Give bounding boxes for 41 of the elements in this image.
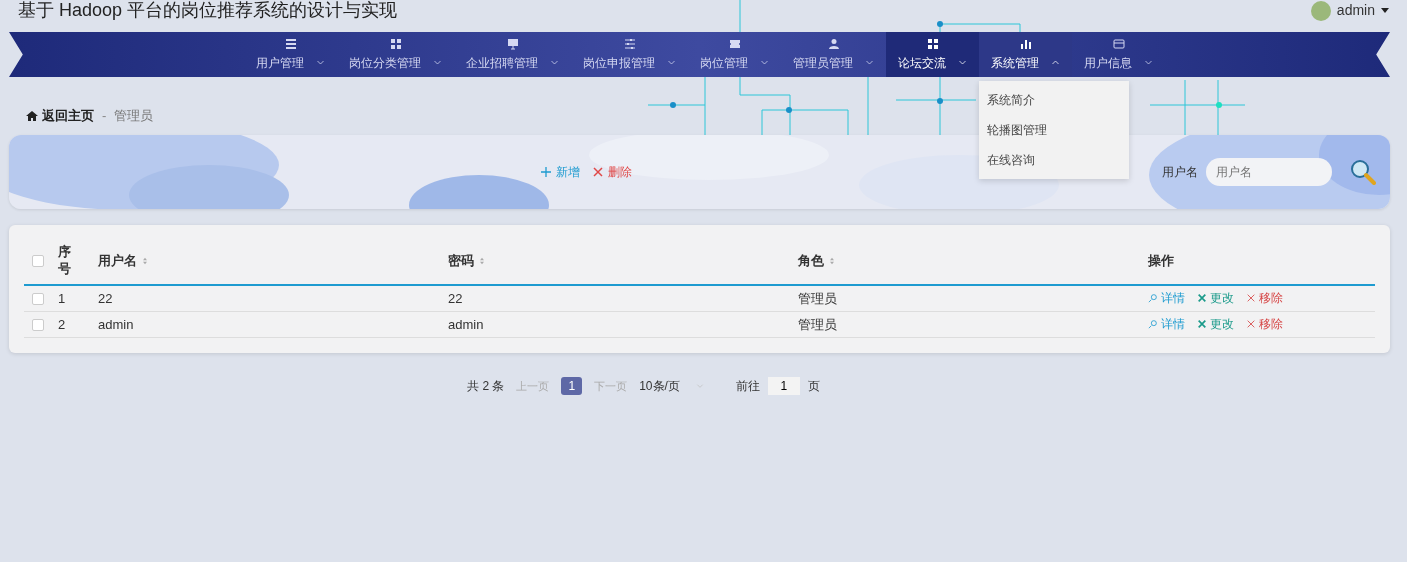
nav-tab[interactable]: 系统管理 (979, 32, 1072, 77)
search-label: 用户名 (1162, 164, 1198, 181)
column-header: 操作 (1148, 251, 1174, 270)
user-name[interactable]: admin (1336, 0, 1375, 21)
table-cell: 2 (58, 316, 66, 332)
nav-tab[interactable]: 管理员管理 (781, 32, 886, 77)
nav-tab[interactable]: 用户管理 (244, 32, 337, 77)
page-button[interactable]: 1 (561, 377, 583, 395)
menu-item[interactable]: 系统简介 (979, 85, 1129, 115)
table-cell: admin (98, 316, 134, 332)
column-header: 用户名 (98, 251, 137, 270)
menu-item[interactable]: 轮播图管理 (979, 115, 1129, 145)
total-count: 共 2 条 (467, 378, 505, 395)
remove-link[interactable]: 移除 (1246, 314, 1283, 333)
table-cell: 22 (448, 290, 463, 306)
home-link[interactable]: 返回主页 (26, 106, 94, 126)
column-header: 角色 (798, 251, 824, 270)
goto-label: 前往 (735, 378, 760, 395)
table-cell: 1 (58, 290, 66, 306)
nav-tab[interactable]: 岗位申报管理 (571, 32, 688, 77)
nav-tab[interactable]: 岗位分类管理 (337, 32, 454, 77)
page-input[interactable]: 1 (767, 377, 800, 395)
breadcrumb-separator: - (102, 107, 107, 126)
page-size-select[interactable]: 10条/页 (639, 377, 704, 395)
column-header: 密码 (448, 251, 474, 270)
remove-link[interactable]: 移除 (1246, 288, 1283, 307)
table-cell: 管理员 (798, 290, 837, 306)
page-suffix: 页 (807, 378, 820, 395)
nav-tab[interactable]: 岗位管理 (688, 32, 781, 77)
search-field[interactable]: 用户名 (1206, 158, 1332, 186)
table-cell: admin (448, 316, 484, 332)
nav-tab[interactable]: 用户信息 (1072, 32, 1165, 77)
nav-tab[interactable]: 论坛交流 (886, 32, 979, 77)
table-cell: 管理员 (798, 316, 837, 332)
column-header: 序号 (58, 243, 71, 278)
app-title: 基于 Hadoop 平台的岗位推荐系统的设计与实现 (18, 0, 398, 20)
table-cell: 22 (98, 290, 113, 306)
delete-button[interactable]: 删除 (586, 163, 638, 181)
menu-item[interactable]: 在线咨询 (979, 145, 1129, 175)
nav-tab[interactable]: 企业招聘管理 (454, 32, 571, 77)
breadcrumb-current: 管理员 (114, 107, 154, 126)
